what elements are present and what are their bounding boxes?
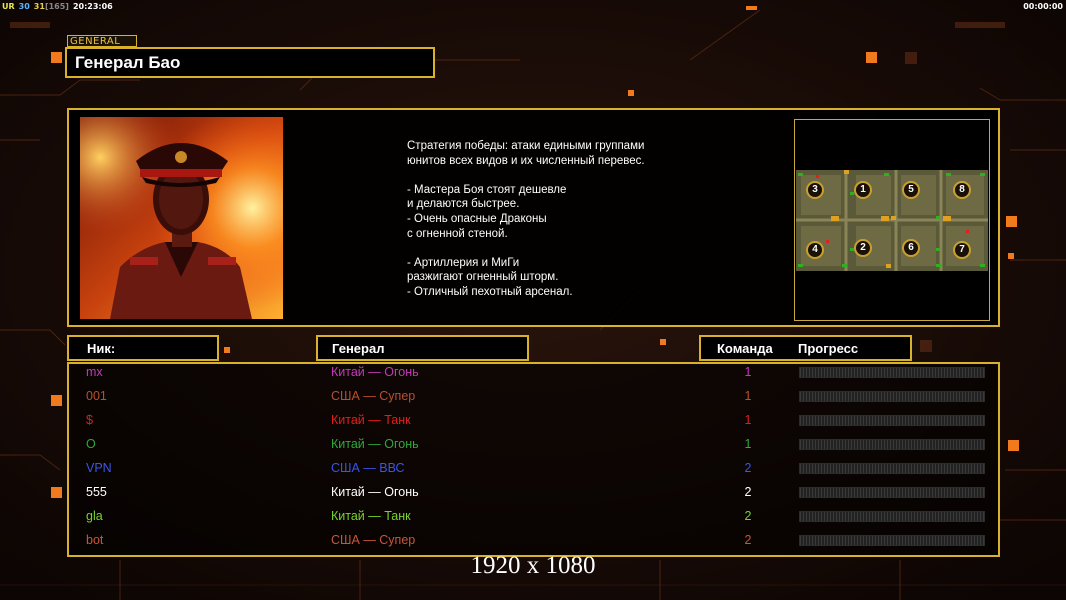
- ur-label: UR: [2, 1, 15, 11]
- player-progress-bar: [799, 391, 985, 402]
- general-name: Генерал Бао: [75, 53, 181, 72]
- general-portrait: [80, 117, 283, 319]
- deco-square: [866, 52, 877, 63]
- map-slot-3[interactable]: 3: [806, 181, 824, 199]
- player-row[interactable]: 555 Китай — Огонь 2: [0, 482, 1066, 506]
- map-slot-5[interactable]: 5: [902, 181, 920, 199]
- player-progress-bar: [799, 415, 985, 426]
- map-slot-8[interactable]: 8: [953, 181, 971, 199]
- player-progress-bar: [799, 535, 985, 546]
- player-general: США — Супер: [331, 389, 416, 403]
- map-slot-label: 3: [812, 184, 818, 195]
- player-general: Китай — Огонь: [331, 365, 419, 379]
- player-general: США — Супер: [331, 533, 416, 547]
- player-nick: gla: [86, 509, 103, 523]
- description-line: [407, 168, 707, 183]
- player-progress-bar: [799, 439, 985, 450]
- map-slot-label: 7: [959, 244, 965, 255]
- header-general: Генерал: [316, 335, 529, 361]
- map-preview[interactable]: 3 1 5 8 4 2 6 7: [794, 119, 990, 321]
- description-line: юнитов всех видов и их численный перевес…: [407, 154, 645, 167]
- clock: 20:23:06: [72, 1, 113, 11]
- stat-value-1: 30: [18, 1, 30, 11]
- map-slot-4[interactable]: 4: [806, 241, 824, 259]
- description-line: разжигают огненный шторм.: [407, 271, 559, 284]
- game-timer: 00:00:00: [1023, 1, 1063, 11]
- player-team: 2: [744, 485, 752, 499]
- player-progress-bar: [799, 367, 985, 378]
- player-team: 2: [744, 461, 752, 475]
- deco-square: [660, 339, 666, 345]
- header-nick: Ник:: [67, 335, 219, 361]
- general-description: Стратегия победы: атаки едиными группами…: [407, 139, 707, 300]
- player-row[interactable]: VPN США — ВВС 2: [0, 458, 1066, 482]
- header-nick-label: Ник:: [87, 341, 116, 356]
- player-row[interactable]: gla Китай — Танк 2: [0, 506, 1066, 530]
- player-nick: 555: [86, 485, 107, 499]
- stat-value-3: [165]: [44, 1, 69, 11]
- header-general-label: Генерал: [332, 341, 385, 356]
- description-line: с огненной стеной.: [407, 227, 508, 240]
- stat-value-2: 31: [33, 1, 45, 11]
- status-bar: UR 30 31 [165] 20:23:06: [0, 0, 113, 12]
- player-team: 2: [744, 533, 752, 547]
- player-team: 1: [744, 365, 752, 379]
- player-nick: 001: [86, 389, 107, 403]
- map-slot-label: 1: [860, 184, 866, 195]
- map-slot-1[interactable]: 1: [854, 181, 872, 199]
- player-general: Китай — Танк: [331, 413, 411, 427]
- description-line: Стратегия победы: атаки едиными группами: [407, 140, 645, 152]
- description-line: - Мастера Боя стоят дешевле: [407, 183, 567, 196]
- map-slot-7[interactable]: 7: [953, 241, 971, 259]
- player-nick: bot: [86, 533, 104, 547]
- map-slot-markers: 3 1 5 8 4 2 6 7: [796, 170, 988, 271]
- deco-square: [1008, 253, 1014, 259]
- player-team: 1: [744, 437, 752, 451]
- player-team: 1: [744, 389, 752, 403]
- player-general: США — ВВС: [331, 461, 405, 475]
- description-line: - Артиллерия и МиГи: [407, 256, 520, 269]
- player-team: 1: [744, 413, 752, 427]
- player-progress-bar: [799, 463, 985, 474]
- general-tag: GENERAL: [67, 35, 137, 47]
- player-nick: O: [86, 437, 96, 451]
- deco-square: [746, 6, 757, 10]
- map-slot-2[interactable]: 2: [854, 239, 872, 257]
- deco-square: [51, 52, 62, 63]
- description-line: [407, 241, 707, 256]
- player-nick: VPN: [86, 461, 112, 475]
- general-title-box: Генерал Бао: [65, 47, 435, 78]
- player-nick: mx: [86, 365, 103, 379]
- player-progress-bar: [799, 511, 985, 522]
- player-general: Китай — Огонь: [331, 485, 419, 499]
- description-line: и делаются быстрее.: [407, 198, 520, 211]
- deco-square: [1006, 216, 1017, 227]
- description-line: - Очень опасные Драконы: [407, 212, 547, 225]
- player-team: 2: [744, 509, 752, 523]
- header-progress-label: Прогресс: [798, 341, 859, 356]
- player-row[interactable]: $ Китай — Танк 1: [0, 410, 1066, 434]
- player-row[interactable]: O Китай — Огонь 1: [0, 434, 1066, 458]
- map-slot-label: 2: [860, 242, 866, 253]
- description-line: - Отличный пехотный арсенал.: [407, 285, 573, 298]
- player-progress-bar: [799, 487, 985, 498]
- player-general: Китай — Огонь: [331, 437, 419, 451]
- map-slot-label: 4: [812, 244, 818, 255]
- header-team-label: Команда: [717, 341, 773, 356]
- map-slot-label: 6: [908, 242, 914, 253]
- map-slot-label: 8: [959, 184, 965, 195]
- map-slot-6[interactable]: 6: [902, 239, 920, 257]
- map-slot-label: 5: [908, 184, 914, 195]
- deco-square: [628, 90, 634, 96]
- player-nick: $: [86, 413, 93, 427]
- player-row[interactable]: bot США — Супер 2: [0, 530, 1066, 554]
- player-general: Китай — Танк: [331, 509, 411, 523]
- player-row[interactable]: mx Китай — Огонь 1: [0, 362, 1066, 386]
- resolution-label: 1920 x 1080: [470, 552, 596, 579]
- header-team-progress: Команда Прогресс: [699, 335, 912, 361]
- deco-square: [224, 347, 230, 353]
- player-row[interactable]: 001 США — Супер 1: [0, 386, 1066, 410]
